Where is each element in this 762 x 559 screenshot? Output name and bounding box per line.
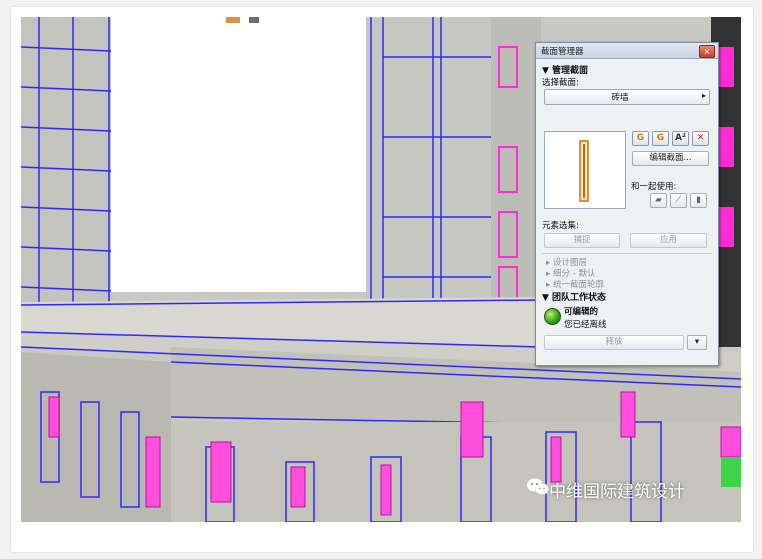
section-dropdown-value: 砖墙 — [611, 93, 629, 103]
wechat-icon — [527, 478, 550, 495]
release-button[interactable]: 释放 — [544, 335, 684, 350]
beam-tool-icon[interactable]: ⟋ — [670, 193, 687, 208]
section-manager-panel[interactable]: 截面管理器 × ▼ 管理截面 选择截面: 砖墙 ▸ G G A² ✕ 编辑截面.… — [535, 42, 719, 366]
divider — [542, 253, 712, 254]
use-with-label: 和一起使用: — [631, 182, 677, 192]
section-dropdown[interactable]: 砖墙 ▸ — [544, 89, 710, 105]
wall-tool-icon[interactable]: ▰ — [650, 193, 667, 208]
rename-icon[interactable]: A² — [672, 131, 689, 146]
select-section-label: 选择截面: — [542, 78, 579, 88]
close-button[interactable]: × — [699, 45, 715, 58]
3d-viewport[interactable]: 截面管理器 × ▼ 管理截面 选择截面: 砖墙 ▸ G G A² ✕ 编辑截面.… — [21, 17, 741, 522]
element-set-label: 元素选集: — [542, 221, 579, 231]
capture-profile-icon[interactable]: G — [632, 131, 649, 146]
duplicate-profile-icon[interactable]: G — [652, 131, 669, 146]
editable-status: 可编辑的 — [564, 307, 599, 317]
team-status-header[interactable]: ▼ 团队工作状态 — [542, 290, 606, 303]
offline-status: 您已经离线 — [564, 320, 607, 330]
apply-button[interactable]: 应用 — [630, 233, 707, 248]
manage-section-header[interactable]: ▼ 管理截面 — [542, 63, 588, 76]
section-preview — [544, 131, 626, 209]
status-green-icon — [544, 308, 561, 325]
panel-title: 截面管理器 — [541, 47, 584, 57]
tree-item-unify-profile[interactable]: ▸ 统一截面轮廓 — [546, 278, 604, 290]
wall-section-icon — [579, 140, 589, 202]
edit-section-button[interactable]: 编辑截面... — [632, 151, 709, 166]
watermark-text: 中维国际建筑设计 — [549, 482, 685, 502]
chevron-down-icon[interactable]: ▾ — [687, 335, 707, 350]
delete-icon[interactable]: ✕ — [692, 131, 709, 146]
panel-titlebar[interactable]: 截面管理器 × — [536, 43, 718, 59]
image-frame: 截面管理器 × ▼ 管理截面 选择截面: 砖墙 ▸ G G A² ✕ 编辑截面.… — [10, 6, 754, 553]
column-tool-icon[interactable]: ▮ — [690, 193, 707, 208]
chevron-right-icon: ▸ — [701, 91, 706, 100]
capture-button[interactable]: 捕捉 — [544, 233, 620, 248]
